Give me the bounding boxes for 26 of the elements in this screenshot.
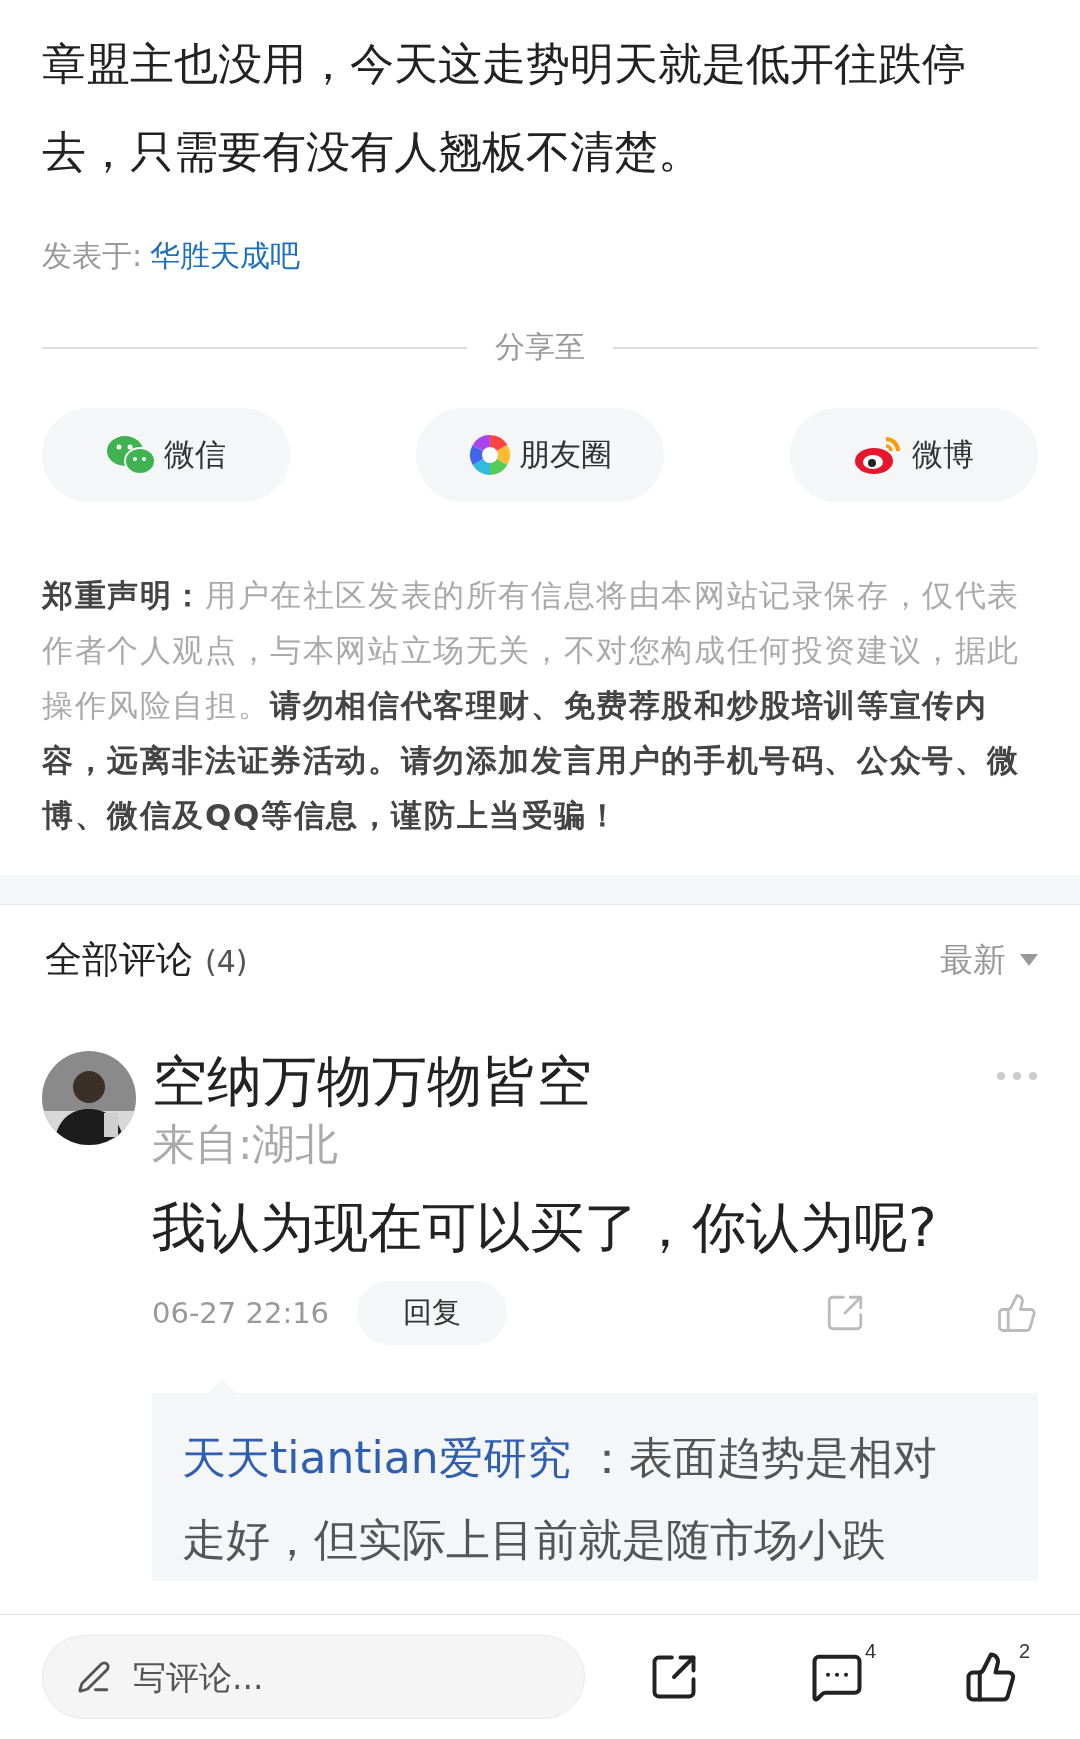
comment-field[interactable]: 写评论... [42, 1635, 585, 1719]
comment-input[interactable]: 写评论... [131, 1656, 471, 1698]
post-text: 章盟主也没用，今天这走势明天就是低开往跌停去，只需要有没有人翘板不清楚。 [42, 37, 967, 179]
aperture-icon [468, 434, 511, 476]
reply-button[interactable]: 回复 [357, 1281, 508, 1345]
chat-bubbles-icon [106, 434, 156, 476]
forum-link[interactable]: 华胜天成吧 [150, 236, 301, 277]
thumbs-up-icon[interactable] [996, 1292, 1038, 1334]
comments-heading: 全部评论 [45, 938, 193, 981]
comment-count-label: 4 [864, 1640, 876, 1663]
comment-time: 06-27 22:16 [152, 1296, 330, 1330]
pen-icon [77, 1660, 111, 1694]
posted-in-label: 发表于: [42, 237, 143, 275]
author-name[interactable]: 空纳万物万物皆空 [152, 1047, 592, 1115]
like-count-label: 2 [1018, 1640, 1030, 1663]
more-icon[interactable] [996, 1071, 1038, 1081]
reply-text: 天天tiantian爱研究 ：表面趋势是相对走好，但实际上目前就是随市场小跌 [182, 1431, 938, 1567]
share-button[interactable]: 微博 [790, 408, 1038, 502]
share-button[interactable]: 微信 [42, 408, 290, 502]
share-button[interactable]: 朋友圈 [416, 408, 664, 502]
author-location: 来自:湖北 [152, 1118, 340, 1171]
caret-icon [1020, 954, 1038, 966]
disclaimer-text: 郑重声明：用户在社区发表的所有信息将由本网站记录保存，仅代表作者个人观点，与本网站立场无关，不对您构成任何投资建议，据此操作风险自担。请勿相信代客理财、免费荐股和炒股培训等宣传内容，远离非法证券活动。请勿添加发言用户的手机号码、公众号、微博、微信及QQ等信息，谨防上当受骗！ [42, 576, 1021, 835]
share-heading: 分享至 [495, 328, 585, 366]
comment-count: (4) [205, 944, 248, 979]
comment-text: 我认为现在可以买了，你认为呢? [152, 1195, 938, 1261]
